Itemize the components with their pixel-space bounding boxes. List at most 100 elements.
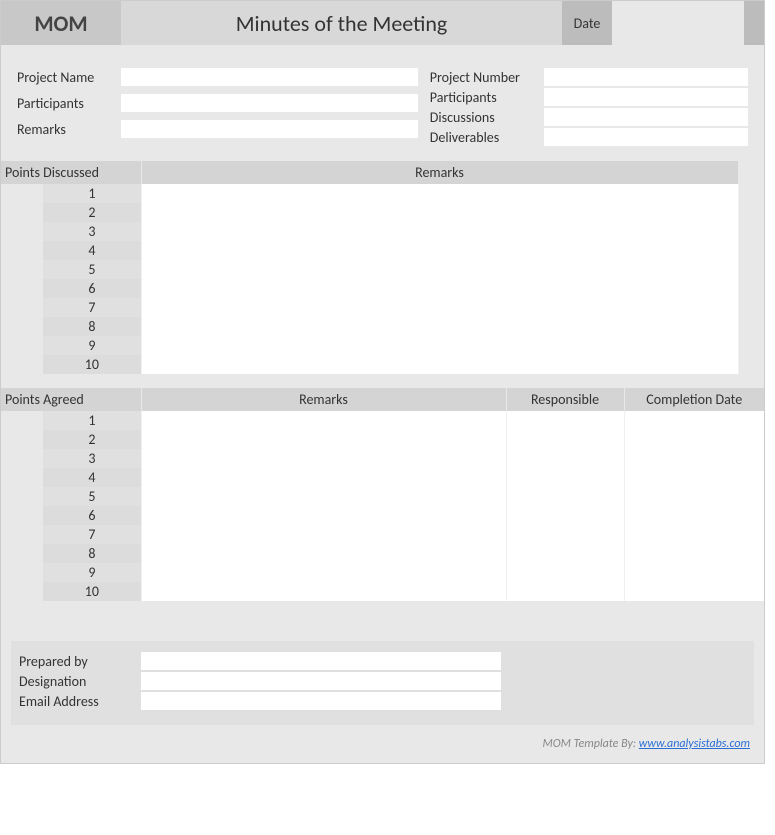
discussed-body: 12345678910 (1, 184, 764, 374)
project-name-input[interactable] (121, 68, 418, 86)
agreed-remarks-cell[interactable] (141, 468, 506, 487)
header-short: MOM (1, 1, 121, 45)
date-label: Date (562, 1, 612, 45)
pad-cell (738, 184, 764, 203)
agreed-completion-cell[interactable] (624, 563, 764, 582)
participants-right-input[interactable] (544, 88, 748, 106)
agreed-remarks-cell[interactable] (141, 582, 506, 601)
agreed-responsible-cell[interactable] (506, 525, 624, 544)
agreed-remarks-cell[interactable] (141, 525, 506, 544)
email-input[interactable] (141, 692, 501, 710)
participants-left-input[interactable] (121, 94, 418, 112)
discussed-remarks-header: Remarks (141, 161, 738, 184)
agreed-responsible-cell[interactable] (506, 449, 624, 468)
table-row: 4 (1, 241, 764, 260)
row-number: 5 (43, 487, 141, 506)
agreed-remarks-cell[interactable] (141, 544, 506, 563)
remarks-left-input[interactable] (121, 120, 418, 138)
agreed-remarks-cell[interactable] (141, 411, 506, 430)
designation-input[interactable] (141, 672, 501, 690)
pad-cell (1, 544, 43, 563)
agreed-remarks-header: Remarks (141, 388, 506, 411)
agreed-points-header: Points Agreed (1, 388, 141, 411)
agreed-responsible-cell[interactable] (506, 582, 624, 601)
project-number-input[interactable] (544, 68, 748, 86)
deliverables-input[interactable] (544, 128, 748, 146)
agreed-completion-cell[interactable] (624, 468, 764, 487)
discussed-remarks-cell[interactable] (141, 355, 738, 374)
discussed-remarks-cell[interactable] (141, 241, 738, 260)
table-row: 1 (1, 184, 764, 203)
pad-cell (738, 317, 764, 336)
table-row: 2 (1, 430, 764, 449)
pad-cell (1, 203, 43, 222)
agreed-remarks-cell[interactable] (141, 430, 506, 449)
agreed-remarks-cell[interactable] (141, 449, 506, 468)
pad-cell (1, 317, 43, 336)
pad-cell (738, 222, 764, 241)
table-row: 5 (1, 260, 764, 279)
agreed-remarks-cell[interactable] (141, 506, 506, 525)
agreed-responsible-cell[interactable] (506, 544, 624, 563)
pad-cell (1, 222, 43, 241)
date-input[interactable] (612, 1, 744, 45)
pad-cell (1, 430, 43, 449)
pad-cell (738, 260, 764, 279)
agreed-completion-cell[interactable] (624, 430, 764, 449)
discussions-label: Discussions (424, 107, 544, 127)
discussed-remarks-cell[interactable] (141, 336, 738, 355)
agreed-completion-cell[interactable] (624, 506, 764, 525)
pad-cell (1, 355, 43, 374)
row-number: 8 (43, 544, 141, 563)
agreed-completion-cell[interactable] (624, 449, 764, 468)
row-number: 3 (43, 449, 141, 468)
discussions-input[interactable] (544, 108, 748, 126)
row-number: 10 (43, 355, 141, 374)
agreed-responsible-cell[interactable] (506, 487, 624, 506)
pad-cell (1, 582, 43, 601)
row-number: 8 (43, 317, 141, 336)
header-bar: MOM Minutes of the Meeting Date (1, 1, 764, 45)
agreed-responsible-cell[interactable] (506, 563, 624, 582)
agreed-remarks-cell[interactable] (141, 563, 506, 582)
discussed-remarks-cell[interactable] (141, 222, 738, 241)
agreed-remarks-cell[interactable] (141, 487, 506, 506)
table-row: 1 (1, 411, 764, 430)
agreed-responsible-cell[interactable] (506, 468, 624, 487)
row-number: 1 (43, 411, 141, 430)
discussed-remarks-cell[interactable] (141, 279, 738, 298)
discussed-remarks-cell[interactable] (141, 298, 738, 317)
discussed-points-header: Points Discussed (1, 161, 141, 184)
table-row: 8 (1, 317, 764, 336)
agreed-completion-cell[interactable] (624, 487, 764, 506)
agreed-completion-cell[interactable] (624, 582, 764, 601)
row-number: 9 (43, 336, 141, 355)
discussed-remarks-cell[interactable] (141, 184, 738, 203)
agreed-responsible-cell[interactable] (506, 430, 624, 449)
discussed-remarks-cell[interactable] (141, 260, 738, 279)
agreed-responsible-cell[interactable] (506, 506, 624, 525)
pad-cell (738, 298, 764, 317)
discussed-remarks-cell[interactable] (141, 203, 738, 222)
pad-cell (1, 411, 43, 430)
pad-cell (1, 241, 43, 260)
credit-link[interactable]: www.analysistabs.com (639, 737, 750, 751)
agreed-completion-cell[interactable] (624, 411, 764, 430)
pad-cell (1, 487, 43, 506)
row-number: 5 (43, 260, 141, 279)
table-row: 10 (1, 582, 764, 601)
agreed-completion-header: Completion Date (624, 388, 764, 411)
row-number: 7 (43, 298, 141, 317)
row-number: 10 (43, 582, 141, 601)
deliverables-label: Deliverables (424, 127, 544, 147)
agreed-completion-cell[interactable] (624, 525, 764, 544)
discussed-remarks-cell[interactable] (141, 317, 738, 336)
pad-cell (738, 241, 764, 260)
pad-cell (1, 336, 43, 355)
prepared-by-input[interactable] (141, 652, 501, 670)
participants-right-label: Participants (424, 87, 544, 107)
agreed-completion-cell[interactable] (624, 544, 764, 563)
agreed-responsible-cell[interactable] (506, 411, 624, 430)
pad-cell (1, 525, 43, 544)
table-row: 9 (1, 563, 764, 582)
